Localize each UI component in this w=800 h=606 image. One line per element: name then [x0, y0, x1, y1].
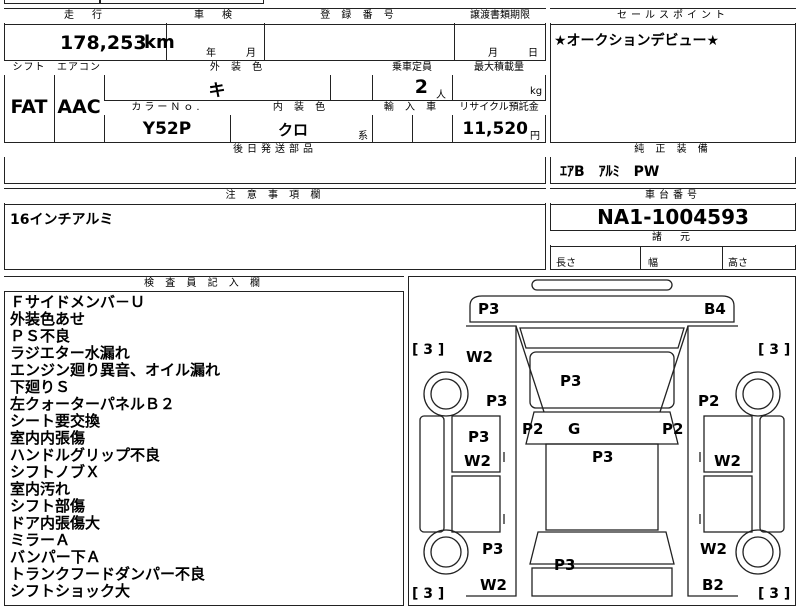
mileage-unit: km	[144, 32, 175, 53]
inspector-line: ハンドルグリップ不良	[10, 446, 161, 464]
inspector-header: 検 査 員 記 入 欄	[4, 277, 404, 291]
inspector-line: ミラーＡ	[10, 531, 71, 549]
exterior-value: キ	[208, 81, 226, 101]
chassis-value: NA1-1004593	[597, 205, 749, 229]
damage-mark: B4	[704, 300, 726, 318]
inspector-line: ラジエター水漏れ	[10, 344, 130, 362]
notes-text: 16インチアルミ	[10, 212, 114, 228]
damage-mark: W2	[700, 540, 727, 558]
inspector-line: バンパー下Ａ	[10, 548, 101, 566]
registration-header: 登 録 番 号	[264, 9, 454, 23]
capacity-value: 2	[414, 76, 428, 98]
sales-point-header: セールスポイント	[550, 9, 796, 23]
later-parts-header: 後日発送部品	[4, 143, 546, 157]
mileage-header: 走 行	[4, 9, 166, 23]
inspection-month: 月	[246, 48, 256, 59]
equipment-value: ｴｱB ｱﾙﾐ PW	[560, 164, 660, 180]
inspector-line: 左クォーターパネルＢ２	[10, 395, 175, 413]
tire-bracket: [ 3 ]	[758, 342, 790, 358]
damage-mark: G	[568, 420, 580, 438]
aircon-value: AAC	[57, 96, 101, 118]
tire-bracket: [ 3 ]	[412, 586, 444, 600]
equipment-header: 純 正 装 備	[550, 143, 796, 157]
vehicle-diagram: P3 B4 W2 P3 P3 P2 P3 P2 G P2 W2 P3 W2 P3 W2 P3 W2 B2 [ 3 …	[412, 279, 790, 600]
max-load-unit: kg	[530, 86, 543, 97]
damage-mark: P3	[486, 392, 507, 410]
inspector-line: ドア内張傷大	[10, 514, 101, 532]
inspector-line: Ｆサイドメンバ－Ｕ	[10, 293, 146, 311]
inspector-line: 下廻りＳ	[10, 378, 71, 396]
tire-bracket: [ 3 ]	[412, 342, 444, 358]
inspection-year: 年	[206, 48, 216, 59]
transfer-day: 日	[528, 48, 538, 59]
damage-mark: P3	[482, 540, 503, 558]
damage-mark: P2	[662, 420, 683, 438]
damage-mark: W2	[466, 348, 493, 366]
damage-mark: W2	[480, 576, 507, 594]
sales-point-text: ★オークションデビュー★	[554, 33, 720, 49]
damage-mark: P3	[592, 448, 613, 466]
aircon-header: エアコン	[54, 61, 104, 75]
import-header: 輸 入 車	[372, 101, 452, 115]
dimensions-width: 幅	[648, 258, 658, 269]
dimensions-length: 長さ	[556, 258, 576, 269]
inspector-line: エンジン廻り異音、オイル漏れ	[10, 361, 221, 379]
shift-value: FAT	[10, 96, 48, 118]
damage-mark: P3	[468, 428, 489, 446]
inspector-line: 外装色あせ	[10, 310, 86, 328]
interior-header: 内 装 色	[230, 101, 372, 115]
tire-bracket: [ 3 ]	[758, 586, 790, 600]
color-no-header: カラーＮｏ.	[104, 101, 230, 115]
color-no-value: Y52P	[142, 119, 192, 139]
dimensions-header: 諸 元	[550, 231, 796, 245]
mileage-value: 178,253	[60, 32, 147, 54]
inspector-line: シフト部傷	[10, 497, 86, 515]
inspection-header: 車 検	[166, 9, 264, 23]
capacity-unit: 人	[436, 90, 446, 101]
damage-mark: P3	[478, 300, 499, 318]
recycle-value: 11,520	[462, 119, 528, 139]
transfer-month: 月	[488, 48, 498, 59]
damage-mark: B2	[702, 576, 724, 594]
recycle-unit: 円	[530, 131, 540, 142]
interior-unit: 系	[358, 131, 368, 142]
damage-mark: W2	[464, 452, 491, 470]
chassis-header: 車台番号	[550, 189, 796, 203]
inspector-line: 室内汚れ	[10, 480, 71, 498]
exterior-header: 外 装 色	[104, 61, 372, 75]
dimensions-height: 高さ	[728, 258, 748, 269]
inspector-line: 室内内張傷	[10, 429, 86, 447]
max-load-header: 最大積載量	[452, 61, 546, 75]
notes-header: 注 意 事 項 欄	[4, 189, 546, 203]
damage-mark: P3	[560, 372, 581, 390]
recycle-header: リサイクル預託金	[452, 101, 546, 115]
inspector-line: ＰＳ不良	[10, 327, 71, 345]
inspector-line: シフトノブＸ	[10, 463, 101, 481]
top-strip-mid	[100, 0, 264, 4]
transfer-header: 譲渡書類期限	[454, 9, 546, 23]
damage-mark: W2	[714, 452, 741, 470]
inspector-line: シート要交換	[10, 412, 101, 430]
inspector-line: トランクフードダンパー不良	[10, 565, 206, 583]
interior-value: クロ	[277, 121, 308, 139]
top-strip	[4, 0, 100, 4]
inspector-line: シフトショック大	[10, 582, 131, 600]
damage-mark: P3	[554, 556, 575, 574]
damage-mark: P2	[698, 392, 719, 410]
capacity-header: 乗車定員	[372, 61, 452, 75]
damage-mark: P2	[522, 420, 543, 438]
shift-header: シフト	[4, 61, 54, 75]
